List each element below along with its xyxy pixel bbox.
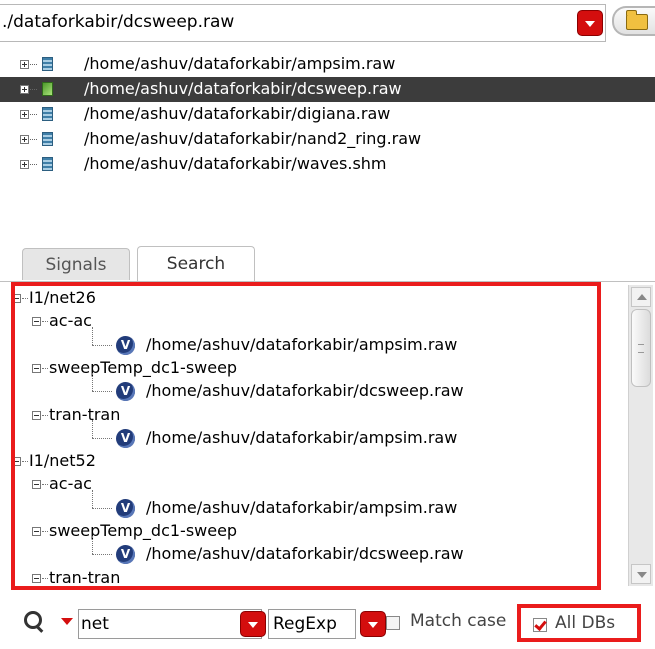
result-signal[interactable]: I1/net26 (15, 288, 595, 311)
result-label: ac-ac (49, 311, 92, 331)
search-icon[interactable] (24, 611, 42, 629)
db-item-label: /home/ashuv/dataforkabir/dcsweep.raw (84, 79, 402, 98)
result-label: tran-tran (49, 404, 121, 424)
db-item-label: /home/ashuv/dataforkabir/digiana.raw (84, 104, 391, 123)
result-label: /home/ashuv/dataforkabir/dcsweep.raw (146, 544, 464, 564)
result-analysis[interactable]: sweepTemp_dc1-sweep (15, 521, 595, 544)
panel-tabs: Signals Search (0, 246, 655, 282)
db-item-label: /home/ashuv/dataforkabir/ampsim.raw (84, 54, 396, 73)
path-dropdown-button[interactable] (577, 10, 603, 36)
database-icon (42, 57, 53, 71)
database-icon (42, 157, 53, 171)
db-item-label: /home/ashuv/dataforkabir/waves.shm (84, 154, 387, 173)
result-label: /home/ashuv/dataforkabir/ampsim.raw (146, 334, 458, 354)
result-analysis[interactable]: ac-ac (15, 311, 595, 334)
result-label: I1/net26 (29, 288, 96, 307)
result-label: sweepTemp_dc1-sweep (49, 521, 238, 540)
expand-icon[interactable] (20, 60, 29, 69)
result-database[interactable]: V/home/ashuv/dataforkabir/ampsim.raw (15, 326, 595, 358)
result-label: /home/ashuv/dataforkabir/ampsim.raw (146, 427, 458, 447)
result-label: I1/net52 (29, 451, 96, 471)
database-tree: /home/ashuv/dataforkabir/ampsim.raw /hom… (0, 52, 655, 177)
expand-icon[interactable] (20, 135, 29, 144)
database-icon (42, 107, 53, 121)
result-analysis[interactable]: ac-ac (15, 474, 595, 497)
result-label: tran-tran (49, 567, 121, 587)
result-database[interactable]: V/home/ashuv/dataforkabir/ampsim.raw (15, 419, 595, 451)
search-input[interactable] (78, 609, 262, 639)
all-dbs-highlight: All DBs (517, 604, 641, 642)
collapse-icon[interactable] (15, 457, 21, 467)
match-case-checkbox[interactable] (386, 616, 400, 630)
collapse-icon[interactable] (32, 363, 41, 373)
collapse-icon[interactable] (32, 480, 41, 490)
all-dbs-checkbox[interactable] (533, 618, 547, 632)
search-results-tree: I1/net26 ac-ac V/home/ashuv/dataforkabir/a… (11, 282, 601, 590)
db-tree-item[interactable]: /home/ashuv/dataforkabir/ampsim.raw (0, 52, 655, 77)
search-toolbar: RegExp Match case All DBs (0, 598, 655, 649)
search-mode-dropdown-button[interactable] (360, 611, 386, 637)
db-tree-item[interactable]: /home/ashuv/dataforkabir/digiana.raw (0, 102, 655, 127)
result-database[interactable]: V/home/ashuv/dataforkabir/ampsim.raw (15, 489, 595, 521)
collapse-icon[interactable] (32, 573, 41, 583)
expand-icon[interactable] (20, 85, 29, 94)
db-tree-item[interactable]: /home/ashuv/dataforkabir/nand2_ring.raw (0, 127, 655, 152)
scroll-up-button[interactable] (631, 287, 651, 307)
database-icon (42, 132, 53, 146)
result-analysis[interactable]: tran-tran (15, 405, 595, 428)
result-analysis[interactable]: tran-tran (15, 567, 595, 587)
db-tree-item-selected[interactable]: /home/ashuv/dataforkabir/dcsweep.raw (0, 77, 655, 102)
result-label: ac-ac (49, 474, 92, 494)
result-signal[interactable]: I1/net52 (15, 451, 595, 474)
v-icon: V (116, 335, 135, 355)
result-label: sweepTemp_dc1-sweep (49, 357, 238, 377)
search-history-dropdown-button[interactable] (240, 611, 266, 637)
collapse-icon[interactable] (32, 317, 41, 327)
tab-search[interactable]: Search (137, 246, 255, 282)
result-label: /home/ashuv/dataforkabir/dcsweep.raw (146, 381, 464, 401)
all-dbs-label: All DBs (555, 613, 616, 633)
result-analysis[interactable]: sweepTemp_dc1-sweep (15, 358, 595, 381)
expand-icon[interactable] (20, 110, 29, 119)
folder-icon (626, 10, 648, 30)
v-icon: V (116, 545, 135, 565)
v-icon: V (116, 382, 135, 402)
browse-folder-button[interactable] (612, 6, 655, 36)
match-case-label: Match case (410, 611, 507, 631)
tab-signals[interactable]: Signals (22, 248, 130, 280)
db-tree-item[interactable]: /home/ashuv/dataforkabir/waves.shm (0, 152, 655, 177)
search-options-arrow-icon[interactable] (61, 618, 73, 625)
expand-icon[interactable] (20, 160, 29, 169)
active-database-icon (42, 82, 53, 96)
collapse-icon[interactable] (15, 294, 21, 303)
result-label: /home/ashuv/dataforkabir/ampsim.raw (146, 497, 458, 517)
database-path-combo[interactable]: ./dataforkabir/dcsweep.raw (0, 4, 606, 42)
scroll-down-button[interactable] (631, 564, 651, 584)
collapse-icon[interactable] (32, 527, 41, 536)
db-item-label: /home/ashuv/dataforkabir/nand2_ring.raw (84, 129, 422, 148)
database-path-value: ./dataforkabir/dcsweep.raw (2, 12, 235, 32)
result-database[interactable]: V/home/ashuv/dataforkabir/dcsweep.raw (15, 536, 595, 567)
search-mode-select[interactable]: RegExp (268, 609, 356, 639)
collapse-icon[interactable] (32, 410, 41, 420)
v-icon: V (116, 428, 135, 448)
result-database[interactable]: V/home/ashuv/dataforkabir/dcsweep.raw (15, 373, 595, 404)
results-scrollbar[interactable] (628, 285, 653, 586)
scroll-thumb[interactable] (631, 309, 651, 387)
v-icon: V (116, 498, 135, 518)
